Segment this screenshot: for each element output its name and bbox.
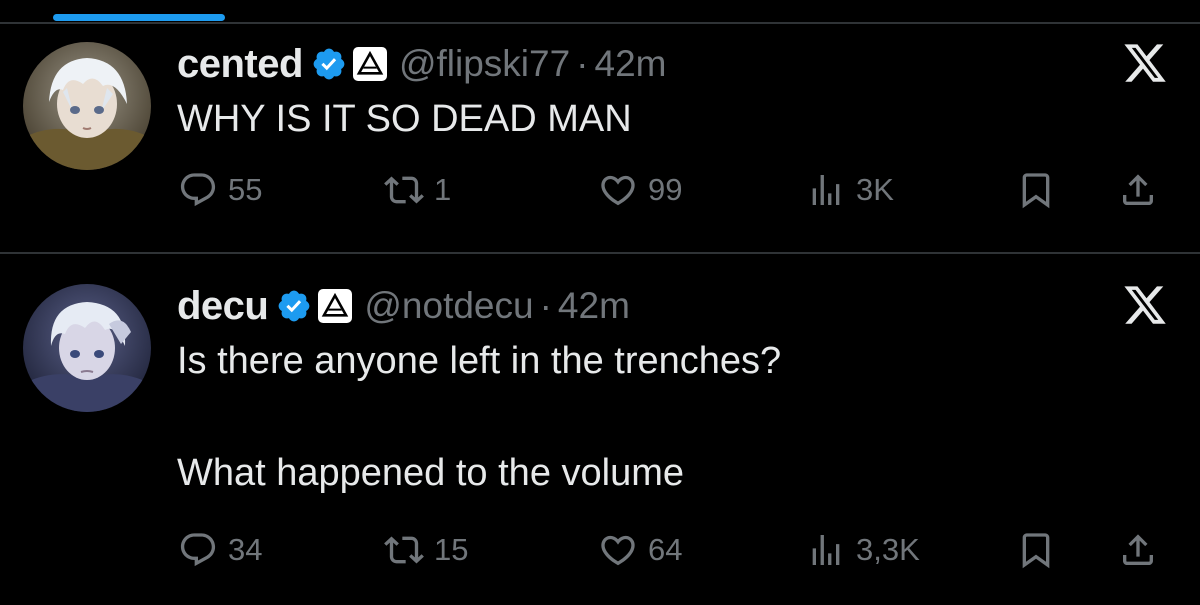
heart-icon <box>598 530 638 570</box>
timestamp[interactable]: 42m <box>595 43 667 85</box>
triangle-affiliate-icon[interactable] <box>352 47 387 81</box>
like-button[interactable]: 64 <box>598 528 682 572</box>
reply-icon <box>178 170 218 210</box>
x-logo-icon[interactable] <box>1120 282 1170 328</box>
triangle-affiliate-icon[interactable] <box>318 289 353 323</box>
share-button[interactable] <box>1118 168 1158 212</box>
share-icon <box>1118 170 1158 210</box>
avatar[interactable] <box>23 42 151 170</box>
reply-icon <box>178 530 218 570</box>
avatar-image-decu <box>23 284 151 412</box>
heart-icon <box>598 170 638 210</box>
tweet-text: WHY IS IT SO DEAD MAN <box>177 96 632 142</box>
user-handle[interactable]: @notdecu <box>364 285 533 327</box>
tweet-divider <box>0 252 1200 254</box>
repost-count: 1 <box>434 172 452 207</box>
repost-icon <box>384 530 424 570</box>
x-logo-icon[interactable] <box>1120 40 1170 86</box>
repost-count: 15 <box>434 532 469 567</box>
bookmark-icon <box>1016 530 1056 570</box>
avatar-image-cented <box>23 42 151 170</box>
views-button[interactable]: 3,3K <box>806 528 920 572</box>
like-count: 64 <box>648 532 683 567</box>
reply-count: 55 <box>228 172 263 207</box>
repost-icon <box>384 170 424 210</box>
verified-badge-icon <box>276 288 312 324</box>
repost-button[interactable]: 15 <box>384 528 468 572</box>
views-bar-chart-icon <box>806 530 846 570</box>
tweet-actions: 55 1 99 3K <box>0 168 1200 212</box>
reply-count: 34 <box>228 532 263 567</box>
tweet-text-line: What happened to the volume <box>177 452 685 494</box>
view-count: 3K <box>856 172 894 207</box>
tweet-header: cented @flipski77 · 42m <box>177 38 666 90</box>
separator-dot: · <box>576 43 589 84</box>
verified-badge-icon <box>311 46 347 82</box>
bookmark-button[interactable] <box>1016 168 1056 212</box>
active-tab-indicator <box>53 14 225 21</box>
top-divider <box>0 22 1200 24</box>
bookmark-icon <box>1016 170 1056 210</box>
tweet-header: decu @notdecu · 42m <box>177 280 630 332</box>
tweet-text-line: WHY IS IT SO DEAD MAN <box>177 98 632 140</box>
repost-button[interactable]: 1 <box>384 168 451 212</box>
like-count: 99 <box>648 172 683 207</box>
reply-button[interactable]: 34 <box>178 528 262 572</box>
avatar[interactable] <box>23 284 151 412</box>
user-handle[interactable]: @flipski77 <box>399 43 570 85</box>
bookmark-button[interactable] <box>1016 528 1056 572</box>
tweet-text: Is there anyone left in the trenches? Wh… <box>177 338 781 496</box>
share-button[interactable] <box>1118 528 1158 572</box>
reply-button[interactable]: 55 <box>178 168 262 212</box>
display-name[interactable]: cented <box>177 42 303 87</box>
share-icon <box>1118 530 1158 570</box>
views-button[interactable]: 3K <box>806 168 894 212</box>
like-button[interactable]: 99 <box>598 168 682 212</box>
separator-dot: · <box>539 285 552 326</box>
tweet-text-line: Is there anyone left in the trenches? <box>177 340 782 382</box>
tweet-actions: 34 15 64 3,3K <box>0 528 1200 572</box>
timestamp[interactable]: 42m <box>558 285 630 327</box>
view-count: 3,3K <box>856 532 920 567</box>
views-bar-chart-icon <box>806 170 846 210</box>
display-name[interactable]: decu <box>177 284 269 329</box>
